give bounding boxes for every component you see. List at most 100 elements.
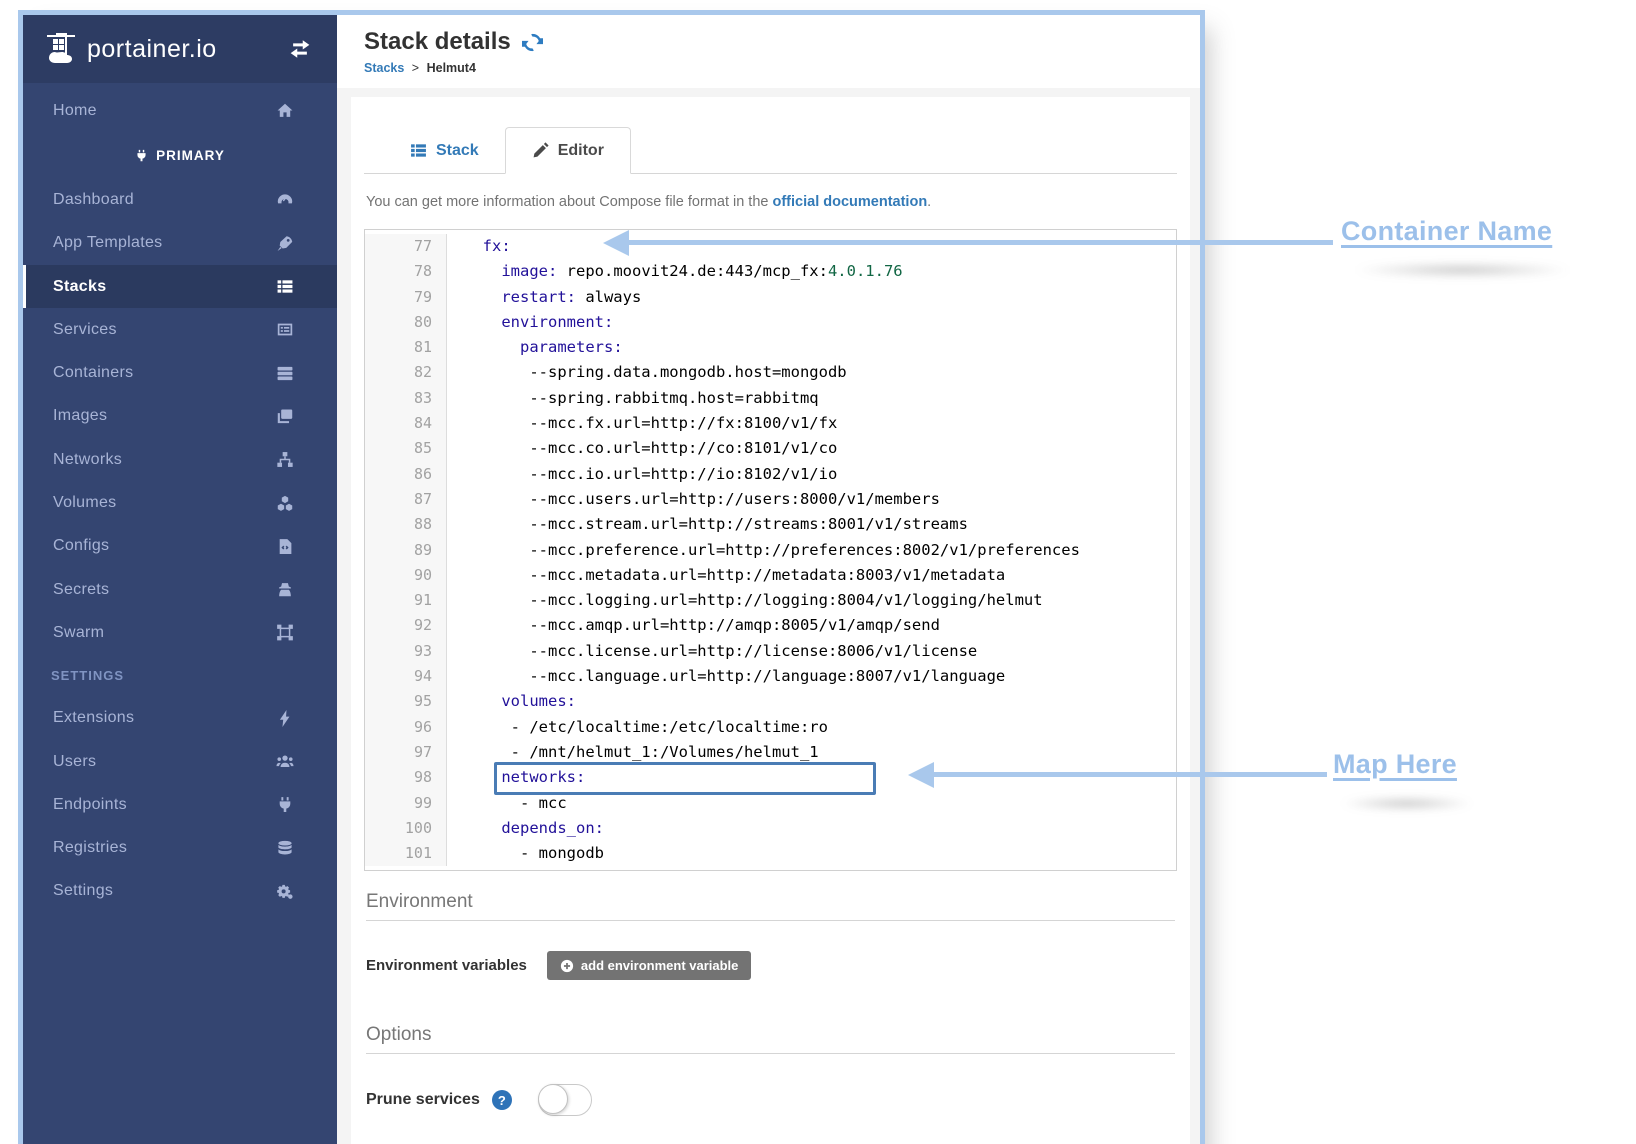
map-here-shadow — [1342, 796, 1472, 811]
editor-line-91: 91 --mcc.logging.url=http://logging:8004… — [365, 588, 1176, 613]
collapse-sidebar-icon[interactable] — [289, 38, 311, 60]
line-number: 92 — [365, 613, 447, 638]
home-icon — [275, 102, 295, 119]
add-environment-variable-button[interactable]: add environment variable — [547, 951, 752, 980]
sidebar-item-home[interactable]: Home — [23, 89, 337, 132]
editor-line-79: 79 restart: always — [365, 285, 1176, 310]
line-code: --mcc.amqp.url=http://amqp:8005/v1/amqp/… — [447, 613, 940, 638]
sidebar-item-extensions[interactable]: Extensions — [23, 697, 337, 740]
rocket-icon — [275, 235, 295, 252]
sidebar-item-label: Configs — [53, 537, 109, 555]
sidebar-item-settings[interactable]: Settings — [23, 870, 337, 913]
line-code: environment: — [447, 310, 613, 335]
line-number: 88 — [365, 512, 447, 537]
line-code: --mcc.logging.url=http://logging:8004/v1… — [447, 588, 1043, 613]
editor-line-81: 81 parameters: — [365, 335, 1176, 360]
options-section-title: Options — [366, 1024, 1175, 1054]
sidebar-item-networks[interactable]: Networks — [23, 438, 337, 481]
list-icon — [275, 278, 295, 295]
sidebar-item-configs[interactable]: Configs — [23, 525, 337, 568]
sidebar-item-dashboard[interactable]: Dashboard — [23, 178, 337, 221]
sidebar-settings-header: SETTINGS — [23, 655, 337, 697]
editor-line-85: 85 --mcc.co.url=http://co:8101/v1/co — [365, 436, 1176, 461]
line-number: 93 — [365, 639, 447, 664]
editor-line-92: 92 --mcc.amqp.url=http://amqp:8005/v1/am… — [365, 613, 1176, 638]
sidebar-item-volumes[interactable]: Volumes — [23, 481, 337, 524]
sidebar-item-label: Networks — [53, 451, 122, 469]
container-name-arrowhead-icon — [603, 230, 629, 256]
prune-services-toggle[interactable] — [538, 1084, 592, 1116]
editor-line-96: 96 - /etc/localtime:/etc/localtime:ro — [365, 715, 1176, 740]
line-code: depends_on: — [447, 816, 604, 841]
line-number: 100 — [365, 816, 447, 841]
editor-line-84: 84 --mcc.fx.url=http://fx:8100/v1/fx — [365, 411, 1176, 436]
stack-details-card: Stack Editor You can get more informatio… — [351, 97, 1190, 1144]
sidebar-item-containers[interactable]: Containers — [23, 351, 337, 394]
compose-info-text: You can get more information about Compo… — [366, 194, 1177, 210]
editor-line-90: 90 --mcc.metadata.url=http://metadata:80… — [365, 563, 1176, 588]
pencil-icon — [532, 142, 549, 159]
sidebar-item-images[interactable]: Images — [23, 395, 337, 438]
line-number: 90 — [365, 563, 447, 588]
line-number: 81 — [365, 335, 447, 360]
sidebar-item-label: Dashboard — [53, 191, 134, 209]
line-number: 85 — [365, 436, 447, 461]
app-window-frame: portainer.io Home PRIMARY — [18, 10, 1205, 1144]
sidebar-item-label: Services — [53, 321, 117, 339]
line-number: 96 — [365, 715, 447, 740]
map-here-arrow-line — [932, 772, 1327, 777]
sidebar-item-stacks[interactable]: Stacks — [23, 265, 337, 308]
sidebar-item-label: Containers — [53, 364, 133, 382]
editor-line-87: 87 --mcc.users.url=http://users:8000/v1/… — [365, 487, 1176, 512]
page-title: Stack details — [364, 28, 511, 56]
question-circle-icon[interactable]: ? — [492, 1090, 512, 1110]
sidebar-item-swarm[interactable]: Swarm — [23, 611, 337, 654]
editor-line-97: 97 - /mnt/helmut_1:/Volumes/helmut_1 — [365, 740, 1176, 765]
users-icon — [275, 753, 295, 770]
official-documentation-link[interactable]: official documentation — [773, 194, 928, 210]
tab-editor[interactable]: Editor — [505, 127, 631, 174]
editor-line-89: 89 --mcc.preference.url=http://preferenc… — [365, 538, 1176, 563]
endpoint-primary-header[interactable]: PRIMARY — [23, 132, 337, 178]
sidebar-item-label: Registries — [53, 839, 127, 857]
breadcrumb-stacks-link[interactable]: Stacks — [364, 61, 404, 75]
editor-line-93: 93 --mcc.license.url=http://license:8006… — [365, 639, 1176, 664]
refresh-icon[interactable] — [522, 32, 543, 53]
bolt-icon — [275, 710, 295, 727]
line-number: 97 — [365, 740, 447, 765]
sidebar-menu: Home PRIMARY Dashboard App Templates Stack… — [23, 89, 337, 913]
sidebar-item-label: Swarm — [53, 624, 104, 642]
sidebar-item-services[interactable]: Services — [23, 308, 337, 351]
line-number: 89 — [365, 538, 447, 563]
sidebar-item-label: Users — [53, 753, 96, 771]
line-code: - mcc — [447, 791, 567, 816]
portainer-logo-icon — [45, 29, 85, 69]
container-name-shadow — [1355, 262, 1570, 278]
sidebar-item-registries[interactable]: Registries — [23, 826, 337, 869]
sidebar-item-users[interactable]: Users — [23, 740, 337, 783]
sidebar-item-secrets[interactable]: Secrets — [23, 568, 337, 611]
toggle-knob — [538, 1084, 568, 1114]
sidebar-item-label: Volumes — [53, 494, 116, 512]
images-icon — [275, 408, 295, 425]
main-content: Stack details Stacks > Helmut4 — [337, 15, 1200, 1144]
sidebar-item-app-templates[interactable]: App Templates — [23, 222, 337, 265]
line-code: --spring.data.mongodb.host=mongodb — [447, 360, 847, 385]
file-code-icon — [275, 538, 295, 555]
object-group-icon — [275, 624, 295, 641]
line-number: 86 — [365, 462, 447, 487]
environment-section-title: Environment — [366, 891, 1175, 921]
sidebar-item-label: Extensions — [53, 709, 134, 727]
sidebar-item-label: App Templates — [53, 234, 162, 252]
editor-line-80: 80 environment: — [365, 310, 1176, 335]
table-icon — [410, 142, 427, 159]
tab-bar: Stack Editor — [364, 127, 1177, 174]
environment-variables-row: Environment variables add environment va… — [366, 951, 1175, 980]
line-number: 91 — [365, 588, 447, 613]
sitemap-icon — [275, 451, 295, 468]
sidebar-item-endpoints[interactable]: Endpoints — [23, 783, 337, 826]
editor-line-99: 99 - mcc — [365, 791, 1176, 816]
tab-stack[interactable]: Stack — [384, 128, 505, 173]
line-code: --spring.rabbitmq.host=rabbitmq — [447, 386, 819, 411]
line-code: restart: always — [447, 285, 641, 310]
